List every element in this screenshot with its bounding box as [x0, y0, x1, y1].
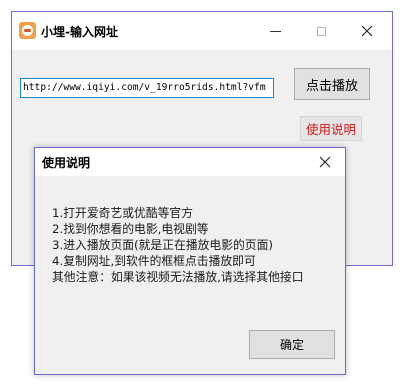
dialog-close-button[interactable] [305, 148, 345, 176]
minimize-button[interactable] [252, 12, 298, 50]
dialog-titlebar[interactable]: 使用说明 [35, 148, 345, 176]
window-title: 小埋-输入网址 [41, 25, 118, 39]
main-titlebar[interactable]: 小埋-输入网址 [12, 12, 392, 50]
help-line: 其他注意：如果该视频无法播放,请选择其他接口 [52, 270, 304, 284]
ok-button[interactable]: 确定 [249, 330, 335, 359]
help-line: 4.复制网址,到软件的框框点击播放即可 [52, 254, 256, 268]
close-icon [361, 25, 373, 37]
minimize-icon [269, 30, 281, 32]
dialog-title: 使用说明 [42, 156, 91, 170]
help-dialog: 使用说明 1.打开爱奇艺或优酷等官方 2.找到你想看的电影,电视剧等 3.进入播… [34, 147, 346, 375]
close-icon [319, 156, 331, 168]
maximize-button[interactable] [298, 12, 344, 50]
close-button[interactable] [344, 12, 390, 50]
help-line: 2.找到你想看的电影,电视剧等 [52, 222, 209, 236]
url-input[interactable]: http://www.iqiyi.com/v_19rro5rids.html?v… [20, 78, 274, 98]
app-mascot-icon [19, 22, 36, 39]
play-button[interactable]: 点击播放 [294, 68, 370, 100]
help-line: 1.打开爱奇艺或优酷等官方 [52, 206, 194, 220]
help-button[interactable]: 使用说明 [300, 116, 362, 141]
help-text: 1.打开爱奇艺或优酷等官方 2.找到你想看的电影,电视剧等 3.进入播放页面(就… [52, 205, 304, 285]
maximize-icon [316, 26, 326, 36]
help-line: 3.进入播放页面(就是正在播放电影的页面) [52, 238, 274, 252]
